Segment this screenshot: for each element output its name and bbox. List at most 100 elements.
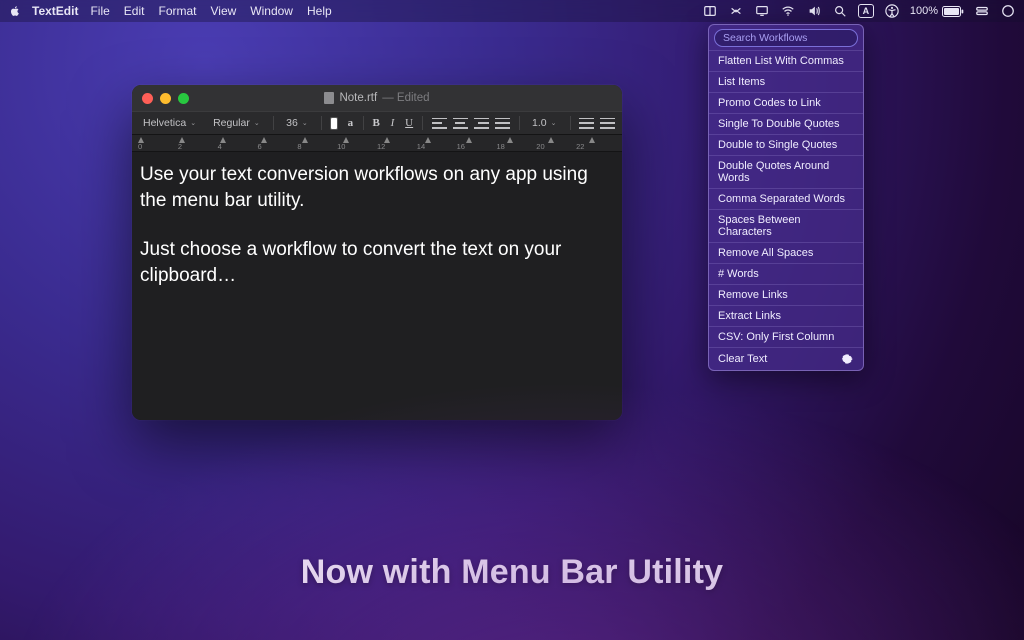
- ruler-mark: 16: [457, 142, 497, 151]
- chevron-down-icon: ⌄: [551, 119, 557, 127]
- font-family-select[interactable]: Helvetica ⌄: [139, 116, 200, 130]
- workflows-search-input[interactable]: [714, 29, 858, 47]
- menu-help[interactable]: Help: [307, 4, 332, 18]
- chevron-down-icon: ⌄: [190, 119, 196, 127]
- battery-percent: 100%: [910, 5, 938, 17]
- italic-button[interactable]: I: [389, 117, 396, 129]
- accessibility-icon[interactable]: [884, 3, 900, 19]
- workflows-settings-icon[interactable]: [840, 352, 854, 366]
- document-body[interactable]: Use your text conversion workflows on an…: [132, 152, 622, 420]
- ruler-mark: 2: [178, 142, 218, 151]
- font-family-value: Helvetica: [143, 117, 186, 129]
- wifi-icon[interactable]: [780, 3, 796, 19]
- line-spacing-select[interactable]: 1.0 ⌄: [528, 116, 560, 130]
- workflow-item[interactable]: Clear Text: [709, 347, 863, 370]
- textedit-window: Note.rtf — Edited Helvetica ⌄ Regular ⌄ …: [132, 85, 622, 420]
- marketing-headline: Now with Menu Bar Utility: [0, 553, 1024, 592]
- line-spacing-value: 1.0: [532, 117, 547, 129]
- menubar-extra-icon-2[interactable]: [728, 3, 744, 19]
- window-titlebar[interactable]: Note.rtf — Edited: [132, 85, 622, 111]
- spotlight-icon[interactable]: [832, 3, 848, 19]
- bold-button[interactable]: B: [372, 117, 379, 129]
- list-button[interactable]: [579, 118, 594, 129]
- workflow-item-label: Promo Codes to Link: [718, 97, 821, 109]
- battery-status[interactable]: 100%: [910, 5, 964, 17]
- menu-window[interactable]: Window: [250, 4, 293, 18]
- apple-menu-icon[interactable]: [8, 5, 22, 17]
- window-zoom-button[interactable]: [178, 93, 189, 104]
- document-paragraph: Just choose a workflow to convert the te…: [140, 237, 614, 288]
- ruler-mark: 22: [576, 142, 616, 151]
- workflow-item[interactable]: List Items: [709, 71, 863, 92]
- font-size-select[interactable]: 36 ⌄: [282, 116, 312, 130]
- align-right-button[interactable]: [474, 118, 489, 129]
- menu-format[interactable]: Format: [158, 4, 196, 18]
- sound-icon[interactable]: [806, 3, 822, 19]
- ruler-mark: 20: [536, 142, 576, 151]
- text-color-swatch[interactable]: [330, 117, 338, 130]
- workflow-item-label: Flatten List With Commas: [718, 55, 844, 67]
- window-minimize-button[interactable]: [160, 93, 171, 104]
- align-justify-button[interactable]: [495, 118, 510, 129]
- workflow-item[interactable]: Double to Single Quotes: [709, 134, 863, 155]
- workflow-item[interactable]: Remove All Spaces: [709, 242, 863, 263]
- menu-edit[interactable]: Edit: [124, 4, 145, 18]
- chevron-down-icon: ⌄: [302, 119, 308, 127]
- workflow-item[interactable]: Comma Separated Words: [709, 188, 863, 209]
- ruler-mark: 12: [377, 142, 417, 151]
- workflow-item-label: Extract Links: [718, 310, 781, 322]
- menu-view[interactable]: View: [211, 4, 237, 18]
- document-filename: Note.rtf: [339, 92, 377, 104]
- workflow-item-label: Spaces Between Characters: [718, 214, 854, 238]
- menubar-extra-icon-1[interactable]: [702, 3, 718, 19]
- font-style-select[interactable]: Regular ⌄: [209, 116, 264, 130]
- workflow-item-label: CSV: Only First Column: [718, 331, 834, 343]
- workflow-item[interactable]: Flatten List With Commas: [709, 50, 863, 71]
- workflow-item-label: Remove All Spaces: [718, 247, 813, 259]
- font-size-value: 36: [286, 117, 298, 129]
- macos-menubar: TextEdit File Edit Format View Window He…: [0, 0, 1024, 22]
- align-center-button[interactable]: [453, 118, 468, 129]
- workflows-panel: Flatten List With Commas List Items Prom…: [708, 24, 864, 371]
- workflow-item-label: Double Quotes Around Words: [718, 160, 854, 184]
- menubar-status-area: A 100%: [702, 3, 1016, 19]
- ruler-mark: 18: [496, 142, 536, 151]
- input-source-icon[interactable]: A: [858, 4, 874, 18]
- chevron-down-icon: ⌄: [254, 119, 260, 127]
- ruler-mark: 6: [257, 142, 297, 151]
- underline-button[interactable]: U: [405, 117, 413, 129]
- textedit-ruler[interactable]: 0 2 4 6 8 10 12 14 16 18 20 22: [132, 135, 622, 152]
- ruler-mark: 10: [337, 142, 377, 151]
- workflow-item-label: Double to Single Quotes: [718, 139, 837, 151]
- menu-file[interactable]: File: [90, 4, 109, 18]
- active-app-name[interactable]: TextEdit: [32, 4, 78, 18]
- workflow-item-label: Single To Double Quotes: [718, 118, 840, 130]
- font-style-value: Regular: [213, 117, 250, 129]
- workflow-item-label: Comma Separated Words: [718, 193, 845, 205]
- workflow-item-label: Clear Text: [718, 353, 767, 365]
- text-color-icon[interactable]: a: [347, 117, 354, 129]
- display-icon[interactable]: [754, 3, 770, 19]
- window-close-button[interactable]: [142, 93, 153, 104]
- ruler-mark: 0: [138, 142, 178, 151]
- document-paragraph: Use your text conversion workflows on an…: [140, 162, 614, 213]
- workflow-item-label: Remove Links: [718, 289, 788, 301]
- ruler-mark: 8: [297, 142, 337, 151]
- workflow-item[interactable]: # Words: [709, 263, 863, 284]
- workflow-item[interactable]: Double Quotes Around Words: [709, 155, 863, 188]
- document-edited-suffix: — Edited: [382, 92, 429, 104]
- workflow-item[interactable]: Extract Links: [709, 305, 863, 326]
- align-left-button[interactable]: [432, 118, 447, 129]
- workflow-item[interactable]: Promo Codes to Link: [709, 92, 863, 113]
- ruler-mark: 14: [417, 142, 457, 151]
- workflow-item-label: List Items: [718, 76, 765, 88]
- workflow-item[interactable]: CSV: Only First Column: [709, 326, 863, 347]
- indent-button[interactable]: [600, 118, 615, 129]
- siri-icon[interactable]: [1000, 3, 1016, 19]
- workflow-item[interactable]: Remove Links: [709, 284, 863, 305]
- workflow-item[interactable]: Single To Double Quotes: [709, 113, 863, 134]
- control-center-icon[interactable]: [974, 3, 990, 19]
- workflow-item[interactable]: Spaces Between Characters: [709, 209, 863, 242]
- ruler-mark: 4: [218, 142, 258, 151]
- workflow-item-label: # Words: [718, 268, 759, 280]
